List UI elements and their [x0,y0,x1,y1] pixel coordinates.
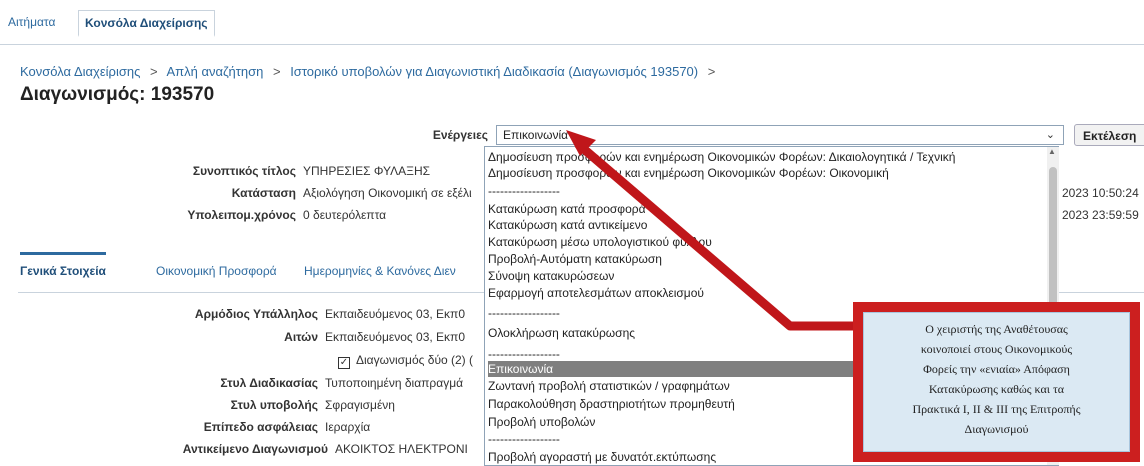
callout-text: Ο χειριστής της Αναθέτουσας κοινοποιεί σ… [863,312,1130,452]
callout-line: Φορείς την «ενιαία» Απόφαση [923,362,1070,376]
annotation-arrow-line [575,140,856,331]
callout-line: Πρακτικά Ι, ΙΙ & ΙΙΙ της Επιτροπής [912,402,1081,416]
callout-line: Ο χειριστής της Αναθέτουσας [925,322,1068,336]
callout-line: κοινοποιεί στους Οικονομικούς [920,342,1073,356]
callout-line: Διαγωνισμού [964,422,1029,436]
callout-line: Κατακύρωσης καθώς και τα [928,382,1065,396]
callout-box: Ο χειριστής της Αναθέτουσας κοινοποιεί σ… [853,302,1140,462]
